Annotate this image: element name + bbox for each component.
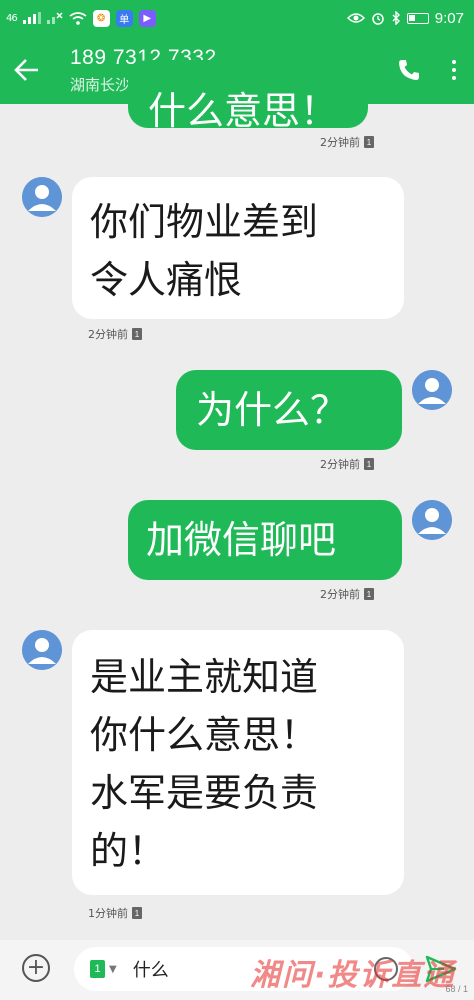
sim-card-icon: 1 [90, 960, 105, 978]
user-avatar[interactable] [412, 500, 452, 540]
wifi-icon [69, 11, 87, 25]
contact-avatar[interactable] [22, 177, 62, 217]
send-icon[interactable] [424, 952, 458, 986]
alarm-icon [372, 13, 384, 25]
message-bubble-incoming[interactable]: 是业主就知道 你什么意思！ 水军是要负责 的！ [72, 630, 404, 895]
chevron-down-icon: ▼ [109, 963, 117, 975]
message-meta: 2分钟前 1 [320, 456, 374, 472]
user-avatar[interactable] [412, 370, 452, 410]
eye-icon [346, 13, 365, 23]
bluetooth-icon [392, 11, 400, 25]
message-bubble-outgoing[interactable]: 为什么？ [176, 370, 402, 450]
message-meta: 2分钟前 1 [320, 134, 374, 150]
sim-card-icon: 1 [132, 328, 142, 340]
message-text: 你们物业差到 令人痛恨 [90, 200, 319, 302]
sim-selector[interactable]: 1 ▼ [90, 960, 117, 978]
add-attachment-icon[interactable]: + [22, 954, 50, 982]
app-notification-icon: 单 [115, 9, 133, 27]
battery-icon [406, 12, 429, 24]
more-vert-icon[interactable] [434, 36, 474, 104]
back-arrow-icon[interactable] [0, 36, 54, 104]
message-bubble-outgoing[interactable]: 加微信聊吧 [128, 500, 402, 580]
phone-icon[interactable] [384, 36, 434, 104]
message-bubble-incoming[interactable]: 你们物业差到 令人痛恨 [72, 177, 404, 319]
no-signal-icon [46, 12, 63, 24]
contact-avatar[interactable] [22, 630, 62, 670]
message-time: 2分钟前 [320, 136, 360, 149]
message-bubble-outgoing[interactable]: 什么意思！ [128, 60, 368, 128]
status-time: 9:07 [434, 9, 464, 27]
status-left: 46 ❂ 单 ▶ [6, 9, 156, 27]
message-time: 2分钟前 [88, 328, 128, 341]
message-input-value[interactable]: 什么 [133, 956, 169, 982]
sim-card-icon: 1 [364, 458, 374, 470]
app-notification-icon: ▶ [138, 9, 156, 27]
message-time: 2分钟前 [320, 458, 360, 471]
message-input[interactable]: 1 ▼ 什么 [74, 947, 414, 991]
app-notification-icon: ❂ [92, 9, 110, 27]
message-time: 2分钟前 [320, 588, 360, 601]
sim-card-icon: 1 [364, 588, 374, 600]
signal-icon [22, 12, 41, 24]
message-meta: 1分钟前 1 [88, 905, 142, 921]
message-text: 是业主就知道 你什么意思！ 水军是要负责 的！ [90, 655, 319, 873]
emoji-icon[interactable] [374, 957, 398, 981]
character-counter: 68 / 1 [445, 984, 468, 994]
message-meta: 2分钟前 1 [88, 326, 142, 342]
message-time: 1分钟前 [88, 907, 128, 920]
message-text: 为什么？ [196, 388, 349, 432]
signal-label: 46 [6, 12, 18, 24]
status-bar: 46 ❂ 单 ▶ 9:07 [0, 0, 474, 36]
message-text: 什么意思！ [148, 89, 339, 128]
sim-card-icon: 1 [364, 136, 374, 148]
message-meta: 2分钟前 1 [320, 586, 374, 602]
status-right: 9:07 [346, 9, 464, 27]
sim-card-icon: 1 [132, 907, 142, 919]
composer-bar: + 1 ▼ 什么 68 / 1 [0, 940, 474, 1000]
message-text: 加微信聊吧 [146, 518, 337, 562]
